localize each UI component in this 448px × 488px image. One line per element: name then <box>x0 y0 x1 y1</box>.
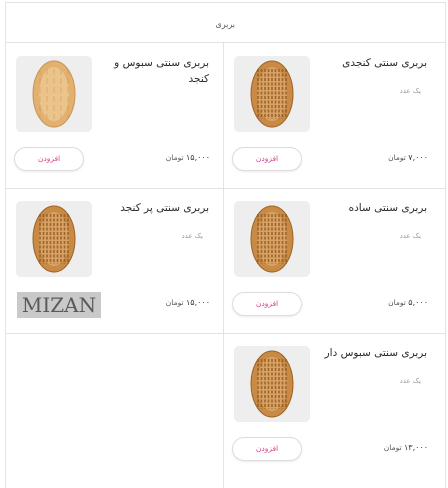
product-card: بربری سنتی ساده یک عدد ۵,۰۰۰ تومان افزود… <box>224 189 440 333</box>
product-price: ۱۳,۰۰۰ تومان <box>383 443 428 452</box>
product-name[interactable]: بربری سنتی سبوس دار <box>317 345 427 361</box>
bread-icon[interactable] <box>234 56 310 132</box>
product-price: ۵,۰۰۰ تومان <box>388 298 428 307</box>
product-name[interactable]: بربری سنتی ساده <box>317 200 427 216</box>
bread-icon[interactable] <box>16 56 92 132</box>
mizan-watermark-logo: MIZAN <box>17 292 101 318</box>
product-unit: یک عدد <box>181 232 203 240</box>
category-header: بربری <box>6 3 445 43</box>
product-price: ۱۵,۰۰۰ تومان <box>165 298 210 307</box>
product-name[interactable]: بربری سنتی کنجدی <box>317 55 427 71</box>
product-card: بربری سنتی سبوس و کنجد ۱۵,۰۰۰ تومان افزو… <box>6 44 222 188</box>
product-unit: یک عدد <box>399 87 421 95</box>
product-card: بربری سنتی سبوس دار یک عدد ۱۳,۰۰۰ تومان … <box>224 334 440 478</box>
bread-icon[interactable] <box>234 346 310 422</box>
product-name[interactable]: بربری سنتی پر کنجد <box>99 200 209 216</box>
product-price: ۱۵,۰۰۰ تومان <box>165 153 210 162</box>
add-to-cart-button[interactable]: افزودن <box>232 437 302 461</box>
add-to-cart-button[interactable]: افزودن <box>232 147 302 171</box>
product-card: بربری سنتی کنجدی یک عدد ۷,۰۰۰ تومان افزو… <box>224 44 440 188</box>
add-to-cart-button[interactable]: افزودن <box>14 147 84 171</box>
product-unit: یک عدد <box>399 377 421 385</box>
add-to-cart-button[interactable]: افزودن <box>232 292 302 316</box>
product-list-panel: بربری بربری سنتی کنجدی یک عدد ۷,۰۰۰ توما… <box>5 2 446 488</box>
product-unit: یک عدد <box>399 232 421 240</box>
bread-icon[interactable] <box>16 201 92 277</box>
product-price: ۷,۰۰۰ تومان <box>388 153 428 162</box>
bread-icon[interactable] <box>234 201 310 277</box>
category-title: بربری <box>215 20 235 29</box>
product-name[interactable]: بربری سنتی سبوس و کنجد <box>99 55 209 87</box>
